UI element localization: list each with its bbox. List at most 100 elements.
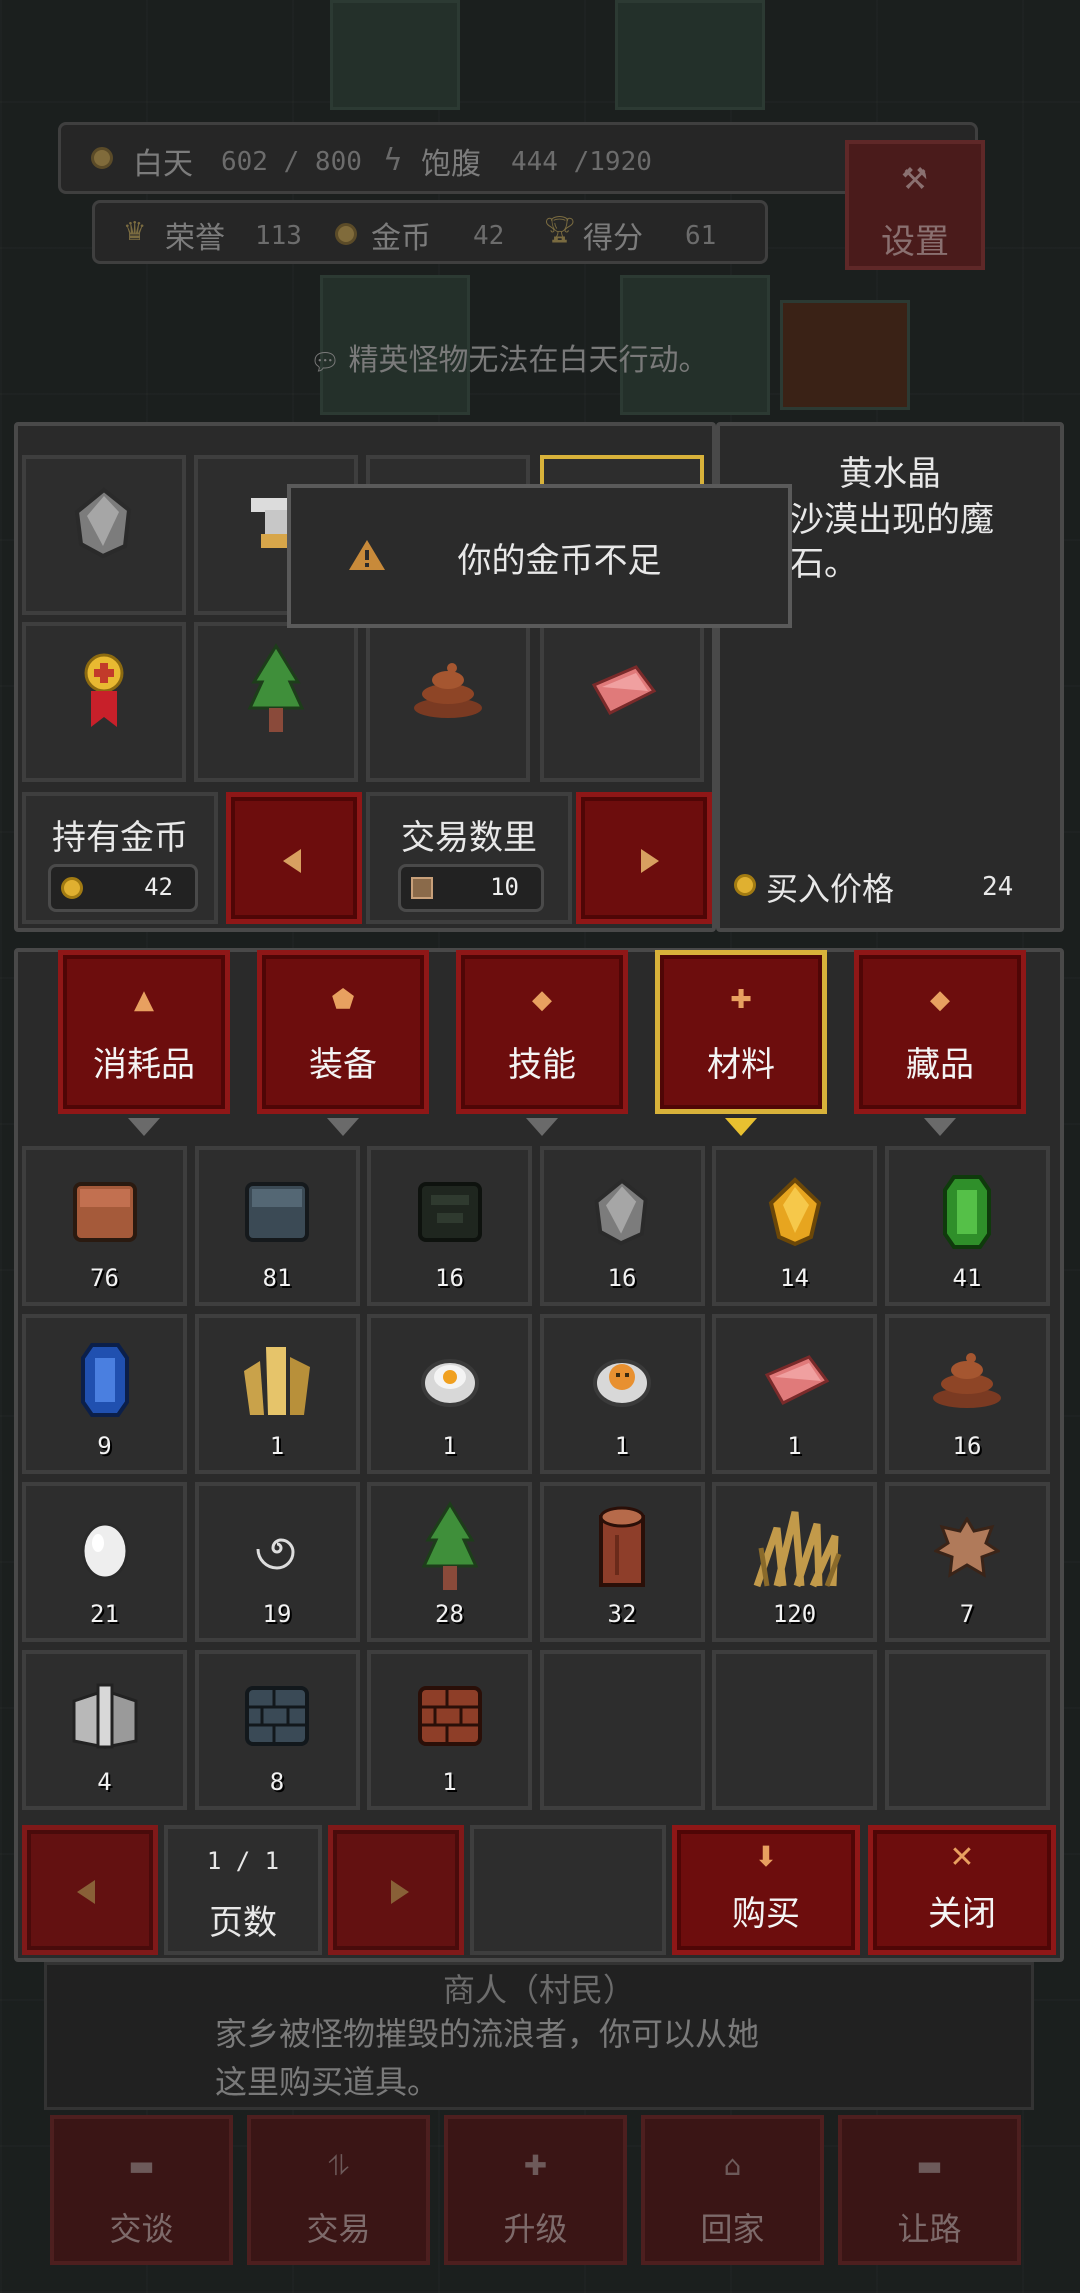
shop-slot[interactable] <box>22 455 186 615</box>
gold-value: 42 <box>473 221 505 251</box>
trade-quantity-label: 交易数里 <box>401 818 537 858</box>
satiety-value: 444 /1920 <box>511 147 652 177</box>
inventory-slot[interactable]: 1 <box>194 1314 360 1474</box>
inventory-slot[interactable]: 41 <box>884 1146 1050 1306</box>
shop-slot[interactable] <box>22 622 186 782</box>
held-gold-label: 持有金币 <box>52 818 188 858</box>
item-quantity: 9 <box>97 1432 112 1460</box>
item-quantity: 81 <box>262 1264 292 1292</box>
item-quantity: 1 <box>269 1432 285 1460</box>
inventory-slot-empty[interactable] <box>712 1650 877 1810</box>
notice-message: 精英怪物无法在白天行动。 <box>348 343 709 378</box>
settings-button[interactable]: ⚒ 设置 <box>845 140 985 270</box>
inventory-slot[interactable]: 9 <box>22 1314 187 1474</box>
inventory-slot[interactable]: 1 <box>539 1314 705 1474</box>
score-value: 61 <box>685 221 717 251</box>
next-page-button[interactable] <box>328 1825 464 1955</box>
tab-label: 消耗品 <box>93 1045 195 1085</box>
brick-red-icon <box>417 1685 483 1751</box>
menu-button[interactable]: ⥮ 交易 <box>247 2115 430 2265</box>
item-quantity: 1 <box>614 1432 630 1460</box>
menu-label: 升级 <box>503 2210 568 2248</box>
leaf-icon: ◆ <box>930 985 950 1015</box>
status-bar: 白天 602 / 800 ϟ 饱腹 444 /1920 <box>58 122 978 194</box>
inventory-slot[interactable]: 19 <box>194 1482 360 1642</box>
shop-slot[interactable] <box>366 622 530 782</box>
meat-icon <box>757 1351 833 1413</box>
tab-category[interactable]: ▲ 消耗品 <box>58 950 230 1114</box>
item-quantity: 16 <box>435 1264 464 1292</box>
tab-category[interactable]: ◆ 技能 <box>456 950 628 1114</box>
world-tile <box>615 0 765 110</box>
close-label: 关闭 <box>928 1894 996 1934</box>
arrow-right-icon <box>391 1880 409 1904</box>
menu-label: 交谈 <box>109 2210 174 2248</box>
daytime-label: 白天 <box>133 147 193 182</box>
prev-page-button[interactable] <box>22 1825 158 1955</box>
lightning-icon: ϟ <box>383 143 403 178</box>
tab-pointer-icon <box>327 1118 359 1136</box>
spiral-icon <box>254 1525 300 1575</box>
coin-icon <box>335 223 357 245</box>
item-quantity: 16 <box>952 1432 982 1460</box>
npc-dialog: 商人（村民） 家乡被怪物摧毁的流浪者，你可以从她 这里购买道具。 <box>44 1962 1034 2110</box>
inventory-slot[interactable]: 1 <box>712 1314 877 1474</box>
grass-icon <box>747 1508 843 1592</box>
inventory-slot[interactable]: 120 <box>712 1482 877 1642</box>
npc-line-1: 家乡被怪物摧毁的流浪者，你可以从她 <box>215 2015 760 2053</box>
tooltip-message: 你的金币不足 <box>457 541 662 581</box>
inventory-slot[interactable]: 32 <box>539 1482 705 1642</box>
box-icon <box>411 877 433 899</box>
close-button[interactable]: ✕ 关闭 <box>868 1825 1056 1955</box>
item-quantity: 1 <box>442 1432 457 1460</box>
inventory-slot[interactable]: 81 <box>194 1146 360 1306</box>
daytime-value: 602 / 800 <box>221 147 362 177</box>
tab-category[interactable]: ⬟ 装备 <box>257 950 429 1114</box>
shop-slot[interactable] <box>194 622 358 782</box>
inventory-slot[interactable]: 8 <box>194 1650 360 1810</box>
tab-category[interactable]: ◆ 藏品 <box>854 950 1026 1114</box>
inventory-slot[interactable]: 28 <box>367 1482 532 1642</box>
item-quantity: 16 <box>607 1264 637 1292</box>
honor-label: 荣誉 <box>165 221 225 256</box>
menu-button[interactable]: ⌂ 回家 <box>641 2115 824 2265</box>
inventory-slot[interactable]: 1 <box>367 1314 532 1474</box>
menu-button[interactable]: ✚ 升级 <box>444 2115 627 2265</box>
held-gold-box: 持有金币 42 <box>22 792 218 924</box>
inventory-slot[interactable]: 16 <box>367 1146 532 1306</box>
inventory-slot[interactable]: 7 <box>884 1482 1050 1642</box>
menu-label: 让路 <box>897 2210 962 2248</box>
world-tile <box>330 0 460 110</box>
shop-slot[interactable] <box>540 622 704 782</box>
close-icon: ✕ <box>949 1840 975 1875</box>
increase-quantity-button[interactable] <box>576 792 712 924</box>
buy-button[interactable]: ⬇ 购买 <box>672 1825 860 1955</box>
gold-label: 金币 <box>371 221 431 256</box>
tab-pointer-icon <box>725 1118 757 1136</box>
inventory-slot[interactable]: 14 <box>712 1146 877 1306</box>
inventory-slot-empty[interactable] <box>539 1650 705 1810</box>
wrench-icon: ⚒ <box>901 162 928 197</box>
diamond-icon: ◆ <box>532 985 552 1015</box>
trade-quantity-box: 交易数里 10 <box>366 792 572 924</box>
inventory-slot[interactable]: 16 <box>884 1314 1050 1474</box>
orange-dish-icon <box>592 1353 652 1411</box>
coin-icon <box>61 877 83 899</box>
home-icon: ⌂ <box>723 2149 742 2182</box>
plus-icon: ✚ <box>523 2149 548 2182</box>
menu-button[interactable]: ▬ 交谈 <box>50 2115 233 2265</box>
inventory-slot[interactable]: 4 <box>22 1650 187 1810</box>
inventory-slot-empty[interactable] <box>884 1650 1050 1810</box>
inventory-slot[interactable]: 21 <box>22 1482 187 1642</box>
inventory-slot[interactable]: 76 <box>22 1146 187 1306</box>
menu-button[interactable]: ▬ 让路 <box>838 2115 1021 2265</box>
item-quantity: 19 <box>262 1600 292 1628</box>
page-indicator: 1 / 1 页数 <box>164 1825 322 1955</box>
trade-icon: ⥮ <box>328 2149 349 2182</box>
honor-value: 113 <box>255 221 302 251</box>
inventory-slot[interactable]: 16 <box>539 1146 705 1306</box>
arrow-left-icon <box>283 849 301 873</box>
decrease-quantity-button[interactable] <box>226 792 362 924</box>
inventory-slot[interactable]: 1 <box>367 1650 532 1810</box>
tab-category[interactable]: ✚ 材料 <box>655 950 827 1114</box>
